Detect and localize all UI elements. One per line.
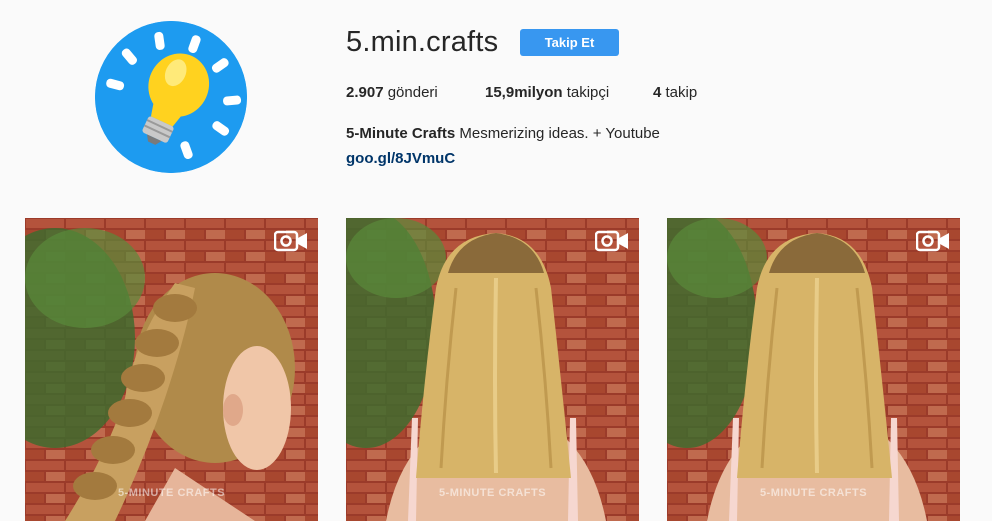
- profile-bio: 5-Minute Crafts Mesmerizing ideas. + You…: [346, 125, 660, 142]
- followers-count: 15,9milyon: [485, 84, 563, 101]
- posts-stat: 2.907 gönderi: [346, 84, 438, 101]
- post-watermark: 5-MINUTE CRAFTS: [117, 487, 226, 499]
- bio-link[interactable]: goo.gl/8JVmuC: [346, 150, 455, 167]
- bio-name: 5-Minute Crafts: [346, 125, 456, 142]
- follow-button[interactable]: Takip Et: [520, 29, 619, 56]
- post-tile[interactable]: 5-MINUTE CRAFTS: [667, 218, 960, 521]
- post-watermark: 5-MINUTE CRAFTS: [759, 487, 868, 499]
- post-thumbnail: [346, 218, 639, 521]
- following-count: 4: [653, 84, 662, 101]
- posts-count: 2.907: [346, 84, 384, 101]
- following-stat[interactable]: 4 takip: [653, 84, 697, 101]
- profile-username: 5.min.crafts: [346, 26, 499, 58]
- video-camera-icon: [916, 230, 949, 252]
- post-watermark: 5-MINUTE CRAFTS: [438, 487, 547, 499]
- profile-avatar[interactable]: [95, 21, 247, 173]
- post-tile[interactable]: 5-MINUTE CRAFTS: [25, 218, 318, 521]
- post-thumbnail: [667, 218, 960, 521]
- post-tile[interactable]: 5-MINUTE CRAFTS: [346, 218, 639, 521]
- posts-label: gönderi: [387, 84, 438, 101]
- followers-stat[interactable]: 15,9milyon takipçi: [485, 84, 609, 101]
- following-label: takip: [665, 84, 698, 101]
- video-camera-icon: [595, 230, 628, 252]
- bio-text: Mesmerizing ideas. + Youtube: [459, 125, 660, 142]
- lightbulb-icon: [95, 21, 247, 173]
- post-thumbnail: [25, 218, 318, 521]
- video-camera-icon: [274, 230, 307, 252]
- followers-label: takipçi: [566, 84, 610, 101]
